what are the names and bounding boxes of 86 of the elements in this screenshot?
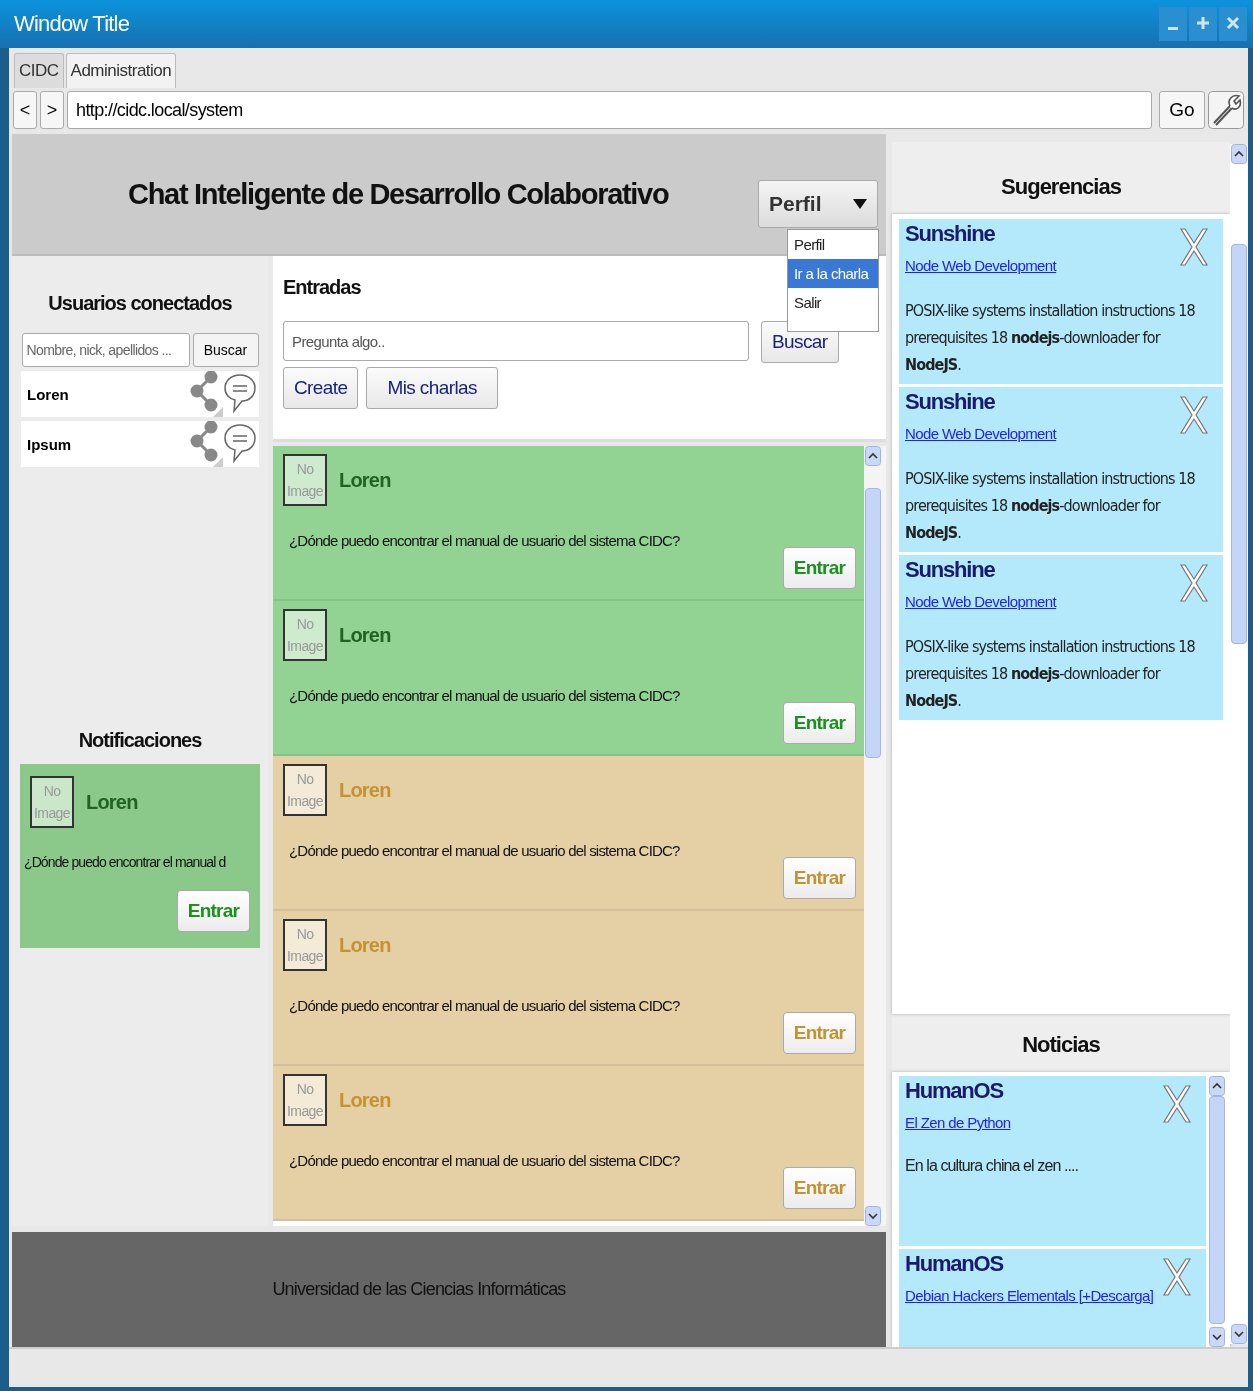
question-field[interactable]: Pregunta algo.. (283, 321, 749, 361)
scroll-down-button[interactable] (1209, 1327, 1225, 1347)
forward-button[interactable]: > (40, 91, 64, 129)
scrollbar[interactable] (1208, 1076, 1226, 1347)
card-title: Sunshine (905, 221, 996, 247)
user-row[interactable]: Loren (21, 371, 259, 417)
card-title: HumanOS (905, 1251, 1005, 1277)
scrollbar-thumb[interactable] (1209, 1096, 1225, 1324)
caret-icon (853, 199, 867, 209)
card-title: Sunshine (905, 557, 996, 583)
share-icon[interactable] (189, 421, 223, 467)
placeholder-label: No Image (286, 1080, 324, 1121)
card-text: En la cultura china el zen .... (905, 1156, 1080, 1176)
user-name: Loren (26, 385, 70, 403)
section-title: Sugerencias (1000, 174, 1122, 200)
wrench-icon[interactable] (1208, 91, 1244, 129)
user-name: Ipsum (26, 435, 73, 453)
minimize-button[interactable] (1159, 7, 1187, 41)
scrollbar-thumb[interactable] (1231, 244, 1247, 644)
menu-item[interactable]: Salir (788, 288, 878, 317)
page-title: Chat Inteligente de Desarrollo Colaborativo (128, 177, 669, 211)
menu-item[interactable]: Perfil (788, 230, 878, 259)
user-name: Loren (339, 1088, 391, 1112)
profile-dropdown[interactable]: Perfil (758, 180, 878, 228)
user-name: Loren (86, 790, 138, 814)
user-name: Loren (339, 623, 391, 647)
maximize-button[interactable] (1189, 7, 1217, 41)
placeholder-label: No Image (286, 770, 324, 811)
link[interactable]: Node Web Development (905, 425, 1057, 442)
question-text: ¿Dónde puedo encontrar el manual de usuario del sistema CIDC? (289, 687, 681, 704)
enter-button[interactable]: Entrar (782, 702, 856, 744)
card-title: Sunshine (905, 389, 996, 415)
enter-button[interactable]: Entrar (176, 890, 250, 932)
card-text: POSIX-like systems installation instructions 18 prerequisites 18 nodejs-downloader for NodeJS. (905, 468, 1196, 544)
user-name: Loren (339, 778, 391, 802)
search-button[interactable]: Buscar (192, 333, 259, 367)
scroll-down-button[interactable] (1231, 1324, 1247, 1344)
share-icon[interactable] (189, 371, 223, 417)
link[interactable]: Node Web Development (905, 593, 1057, 610)
card-title: HumanOS (905, 1078, 1005, 1104)
window-title: Window Title (14, 11, 130, 37)
section-title: Entradas (283, 276, 361, 299)
placeholder-label: No Image (286, 615, 324, 656)
question-text: ¿Dónde puedo encontrar el manual de usuario del sistema CIDC? (289, 997, 681, 1014)
link[interactable]: El Zen de Python (905, 1114, 1011, 1131)
search-field[interactable]: Nombre, nick, apellidos ... (21, 333, 190, 367)
question-text: ¿Dónde puedo encontrar el manual de usuario del sistema CIDC? (289, 1152, 681, 1169)
back-button[interactable]: < (13, 91, 37, 129)
section-title: Usuarios conectados (48, 292, 232, 315)
menu-item[interactable]: Ir a la charla (788, 259, 878, 288)
user-row[interactable]: Ipsum (21, 421, 259, 467)
card-text: POSIX-like systems installation instructions 18 prerequisites 18 nodejs-downloader for NodeJS. (905, 636, 1196, 712)
scrollbar[interactable] (864, 446, 886, 1226)
close-icon[interactable] (1162, 1257, 1192, 1297)
create-button[interactable]: Create (283, 367, 359, 409)
placeholder-label: No Image (33, 782, 71, 823)
close-icon[interactable] (1179, 563, 1209, 603)
placeholder-label: No Image (286, 925, 324, 966)
tab[interactable]: Administration (65, 53, 177, 88)
enter-button[interactable]: Entrar (782, 547, 856, 589)
go-button[interactable]: Go (1159, 91, 1205, 129)
scroll-down-button[interactable] (865, 1206, 881, 1226)
user-name: Loren (339, 468, 391, 492)
section-title: Notificaciones (78, 729, 202, 752)
tab[interactable]: CIDC (14, 53, 64, 88)
placeholder-label: No Image (286, 460, 324, 501)
link[interactable]: Node Web Development (905, 257, 1057, 274)
section-title: Noticias (1021, 1032, 1101, 1058)
question-text: ¿Dónde puedo encontrar el manual d (24, 854, 226, 870)
close-icon[interactable] (1162, 1084, 1192, 1124)
close-icon[interactable] (1179, 395, 1209, 435)
question-text: ¿Dónde puedo encontrar el manual de usuario del sistema CIDC? (289, 532, 681, 549)
link[interactable]: Debian Hackers Elementals [+Descarga] (905, 1287, 1154, 1304)
close-icon[interactable] (1179, 227, 1209, 267)
question-text: ¿Dónde puedo encontrar el manual de usuario del sistema CIDC? (289, 842, 681, 859)
scroll-up-button[interactable] (1209, 1076, 1225, 1096)
scroll-up-button[interactable] (865, 446, 881, 466)
footer-text: Universidad de las Ciencias Informáticas (272, 1279, 566, 1300)
scroll-up-button[interactable] (1231, 144, 1247, 164)
address-field[interactable]: http://cidc.local/system (67, 91, 1152, 129)
card-text: POSIX-like systems installation instructions 18 prerequisites 18 nodejs-downloader for NodeJS. (905, 300, 1196, 376)
close-button[interactable] (1219, 7, 1247, 41)
scrollbar-thumb[interactable] (865, 488, 881, 758)
user-name: Loren (339, 933, 391, 957)
scrollbar[interactable] (1230, 144, 1248, 1344)
my-chats-button[interactable]: Mis charlas (366, 367, 498, 409)
